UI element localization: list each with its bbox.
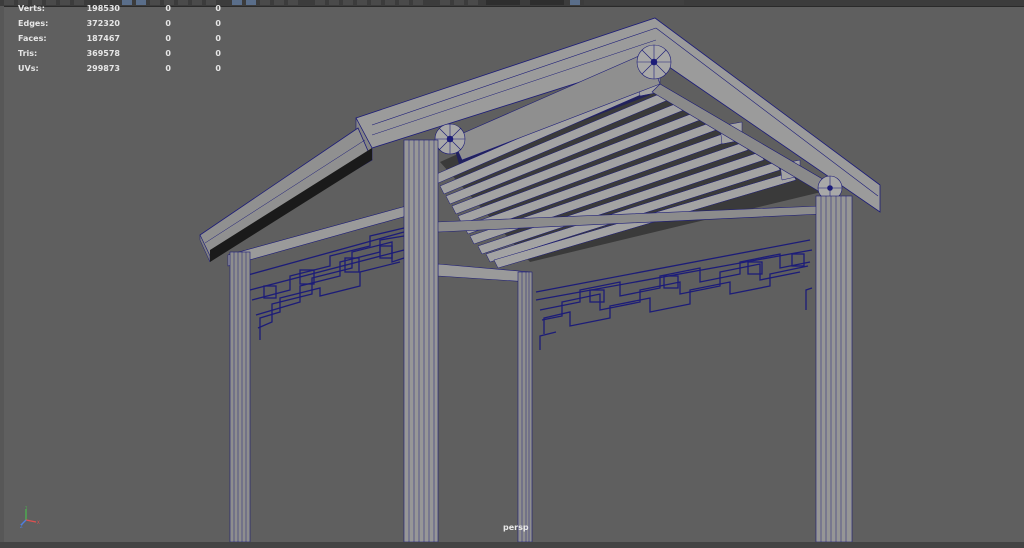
axis-y-label: Y [24,506,28,510]
hud-value: 187467 [86,34,120,43]
hud-value: 0 [215,4,221,13]
hud-row-uvs: UVs: 299873 0 0 [18,61,221,76]
hud-value: 0 [165,19,171,28]
axis-x-label: X [37,520,40,525]
hud-row-verts: Verts: 198530 0 0 [18,1,221,16]
hud-label: Faces: [18,34,47,43]
axis-z-label: Z [20,524,23,528]
column-front-center [403,139,439,543]
viewport-bottom-border [0,542,1024,548]
hud-label: Verts: [18,4,45,13]
hud-label: Tris: [18,49,38,58]
hud-value: 372320 [86,19,120,28]
column-back-left [229,251,251,543]
hud-value: 0 [215,64,221,73]
pavilion-model[interactable] [0,0,1024,548]
hud-label: UVs: [18,64,39,73]
hud-value: 0 [215,19,221,28]
hud-value: 198530 [86,4,120,13]
column-back-center [517,271,533,543]
lattice-panel-right [535,239,813,350]
hud-row-tris: Tris: 369578 0 0 [18,46,221,61]
hud-value: 0 [215,49,221,58]
column-right [815,195,853,543]
hud-row-edges: Edges: 372320 0 0 [18,16,221,31]
axis-gizmo-icon: Y X Z [20,506,40,528]
hud-value: 0 [165,4,171,13]
hud-value: 0 [165,64,171,73]
hud-value: 369578 [86,49,120,58]
hud-row-faces: Faces: 187467 0 0 [18,31,221,46]
poly-count-hud: Verts: 198530 0 0 Edges: 372320 0 0 Face… [0,0,221,80]
3d-viewport[interactable]: Verts: 198530 0 0 Edges: 372320 0 0 Face… [0,0,1024,548]
camera-label: persp [503,523,529,532]
hud-label: Edges: [18,19,49,28]
hud-value: 0 [165,49,171,58]
hud-value: 299873 [86,64,120,73]
hud-value: 0 [215,34,221,43]
hud-value: 0 [165,34,171,43]
